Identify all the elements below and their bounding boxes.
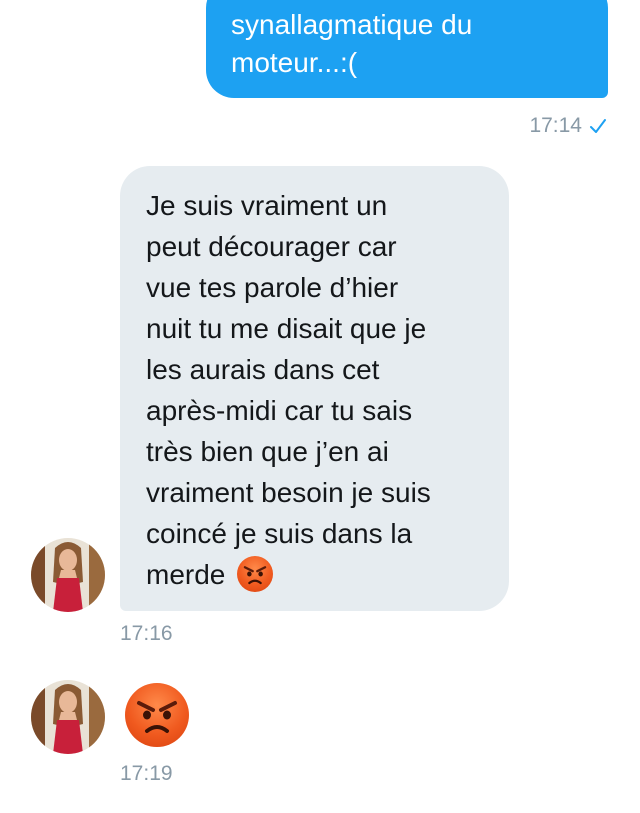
message-text-line: très bien que j’en ai xyxy=(146,436,389,467)
message-text-line: vue tes parole d’hier xyxy=(146,272,399,303)
angry-face-icon[interactable] xyxy=(125,683,189,747)
message-text-line: Je suis vraiment un xyxy=(146,190,388,221)
avatar-photo xyxy=(31,538,105,612)
incoming-message-bubble[interactable]: Je suis vraiment un peut décourager car … xyxy=(120,166,509,611)
avatar-photo xyxy=(31,680,105,754)
message-text-line: les aurais dans cet xyxy=(146,354,380,385)
message-text-line: après-midi car tu sais xyxy=(146,395,413,426)
outgoing-message-bubble[interactable]: synallagmatique du moteur...:( xyxy=(206,0,608,98)
message-text-line: moteur...:( xyxy=(231,47,358,78)
message-last-line: merde xyxy=(146,554,509,595)
sender-avatar[interactable] xyxy=(31,538,105,612)
message-timestamp: 17:14 xyxy=(529,114,582,137)
message-timestamp: 17:19 xyxy=(120,762,173,785)
message-text-line: vraiment besoin je suis xyxy=(146,477,431,508)
angry-face-icon xyxy=(237,555,274,592)
message-text-line: coincé je suis dans la xyxy=(146,518,413,549)
message-text-line: peut décourager car xyxy=(146,231,397,262)
dm-conversation: synallagmatique du moteur...:( 17:14 Je … xyxy=(0,0,640,813)
outgoing-message-meta: 17:14 xyxy=(529,112,608,140)
sender-avatar[interactable] xyxy=(31,680,105,754)
message-text-line: nuit tu me disait que je xyxy=(146,313,427,344)
message-timestamp: 17:16 xyxy=(120,622,173,645)
read-check-icon xyxy=(590,119,606,133)
message-text-line: synallagmatique du xyxy=(231,9,473,40)
message-text-line: merde xyxy=(146,559,226,590)
